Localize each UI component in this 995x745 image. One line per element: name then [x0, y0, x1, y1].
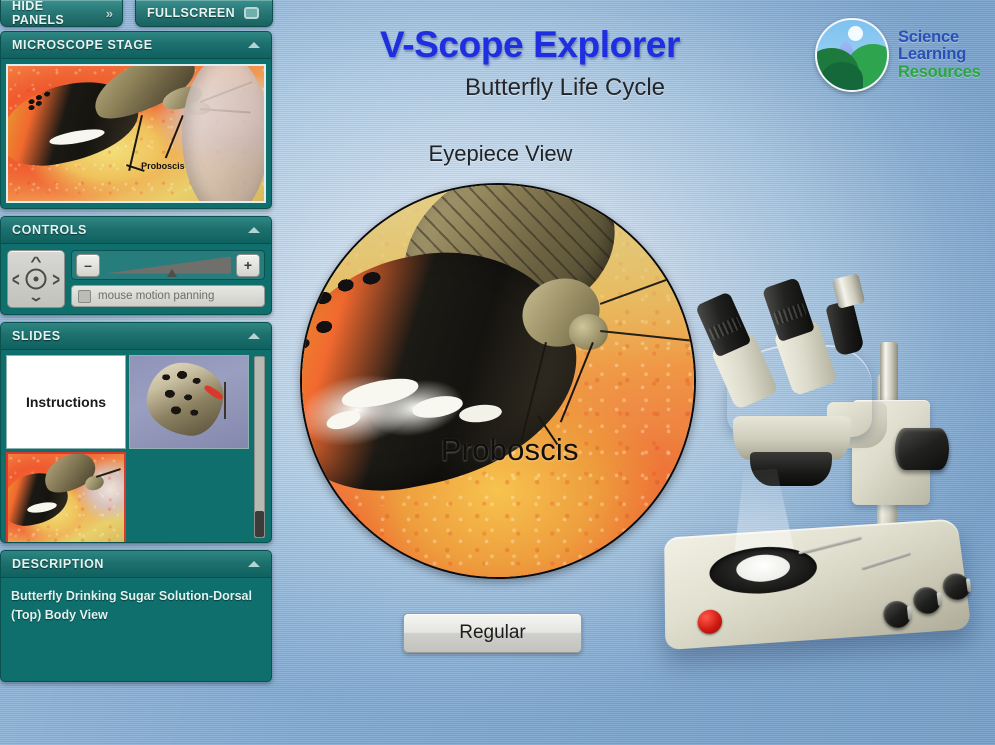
chevron-up-icon[interactable] — [248, 42, 260, 48]
brand-line-2: Learning — [898, 45, 967, 64]
eyepiece-view[interactable]: Proboscis — [300, 183, 696, 579]
mouse-motion-panning-checkbox[interactable] — [78, 289, 91, 303]
pan-right-arrow[interactable]: > — [52, 269, 60, 289]
slides-scrollbar[interactable] — [254, 356, 265, 538]
stage-proboscis-annotation: Proboscis — [141, 160, 185, 171]
sun-icon — [847, 25, 863, 41]
specimen-pin — [224, 381, 227, 419]
description-panel-body: Butterfly Drinking Sugar Solution-Dorsal… — [1, 578, 271, 681]
fullscreen-label: FULLSCREEN — [147, 6, 236, 20]
eyepiece-view-label: Eyepiece View — [428, 141, 573, 166]
brand-logo-text: Science Learning Resources — [898, 28, 981, 81]
stage-clip-2 — [861, 551, 911, 570]
slides-grid: Instructions — [6, 355, 252, 542]
slides-panel-title: SLIDES — [12, 329, 61, 343]
circular-landscape-logo-icon — [815, 18, 889, 92]
slides-panel-header[interactable]: SLIDES — [1, 323, 271, 350]
hide-panels-label: HIDE PANELS — [12, 0, 65, 27]
slide-thumbnail-instructions[interactable]: Instructions — [6, 355, 126, 449]
zoom-out-button[interactable]: – — [76, 253, 100, 277]
microscope-knob-1[interactable] — [882, 600, 913, 629]
slides-panel: SLIDES Instructions — [0, 322, 272, 543]
description-panel: DESCRIPTION Butterfly Drinking Sugar Sol… — [0, 550, 272, 682]
brand-logo: Science Learning Resources — [815, 18, 981, 92]
page-title: V-Scope Explorer — [380, 24, 680, 65]
microscope-stage-panel-title: MICROSCOPE STAGE — [12, 38, 153, 52]
microscope-knob-2[interactable] — [911, 586, 943, 615]
stage-photo: Proboscis — [8, 66, 264, 201]
pan-up-arrow[interactable]: ^ — [30, 255, 41, 268]
pan-left-arrow[interactable]: < — [12, 269, 20, 289]
chevron-up-icon[interactable] — [248, 561, 260, 567]
chevron-up-icon[interactable] — [248, 227, 260, 233]
zoom-in-button[interactable]: + — [236, 253, 260, 277]
microscope-stage-panel: MICROSCOPE STAGE Proboscis — [0, 31, 272, 209]
zoom-controls: – + mouse motion panning — [71, 250, 265, 307]
page-subtitle: Butterfly Life Cycle — [464, 74, 666, 101]
slide-thumbnail-butterfly-specimen[interactable] — [129, 355, 249, 449]
microscope-stage-panel-header[interactable]: MICROSCOPE STAGE — [1, 32, 271, 59]
mouse-motion-panning-row[interactable]: mouse motion panning — [71, 285, 265, 307]
specimen-spots — [153, 368, 215, 428]
screen-icon — [244, 7, 260, 19]
zoom-slider-row: – + — [71, 250, 265, 280]
hide-panels-button[interactable]: HIDE PANELS » — [0, 0, 123, 27]
slide-thumbnail-butterfly-sugar[interactable] — [6, 452, 126, 542]
microscope-stage-thumbnail[interactable]: Proboscis — [6, 64, 266, 203]
controls-panel-title: CONTROLS — [12, 223, 87, 237]
description-panel-header[interactable]: DESCRIPTION — [1, 551, 271, 578]
power-indicator-icon — [697, 608, 723, 635]
microscope-illustration — [655, 230, 995, 710]
view-mode-label: Regular — [459, 622, 526, 643]
double-chevron-right-icon: » — [105, 5, 113, 21]
description-panel-title: DESCRIPTION — [12, 557, 105, 571]
microscope-focus-rod — [880, 342, 898, 404]
left-panel-column: MICROSCOPE STAGE Proboscis CONTROLS ^ ⌄ … — [0, 31, 272, 689]
eyepiece-scene: Proboscis — [302, 185, 694, 577]
eyepiece-right-cap — [761, 277, 816, 343]
description-text: Butterfly Drinking Sugar Solution-Dorsal… — [11, 589, 252, 623]
mouse-motion-panning-label: mouse motion panning — [98, 290, 215, 302]
microscope-focus-knob[interactable] — [895, 428, 949, 470]
hill-dark-shape — [820, 62, 863, 90]
slides-panel-body: Instructions — [1, 350, 271, 542]
fullscreen-button[interactable]: FULLSCREEN — [135, 0, 273, 27]
zoom-slider[interactable] — [105, 255, 231, 277]
brand-line-1: Science — [898, 28, 959, 47]
controls-panel-body: ^ ⌄ < > – + mouse motion panning — [1, 244, 271, 314]
view-mode-button[interactable]: Regular — [403, 613, 582, 653]
controls-panel: CONTROLS ^ ⌄ < > – + mouse motion pannin… — [0, 216, 272, 315]
zoom-slider-thumb[interactable] — [166, 268, 177, 277]
slide-instructions-label: Instructions — [25, 394, 107, 410]
stage-clip-1 — [798, 535, 862, 555]
slides-scrollbar-thumb[interactable] — [255, 511, 264, 537]
microscope-stage-panel-body: Proboscis — [1, 59, 271, 208]
brand-line-3: Resources — [898, 62, 981, 81]
controls-panel-header[interactable]: CONTROLS — [1, 217, 271, 244]
microscope-camera-port-cap — [831, 273, 866, 309]
pan-down-arrow[interactable]: ⌄ — [28, 290, 44, 303]
proboscis-annotation: Proboscis — [440, 431, 579, 467]
stage-dish-rim — [182, 66, 264, 201]
chevron-up-icon[interactable] — [248, 333, 260, 339]
microscope-knob-3[interactable] — [941, 572, 972, 601]
microscope-base — [664, 518, 972, 651]
direction-pad-icon[interactable]: ^ ⌄ < > — [7, 250, 65, 308]
recenter-icon[interactable] — [25, 268, 47, 290]
